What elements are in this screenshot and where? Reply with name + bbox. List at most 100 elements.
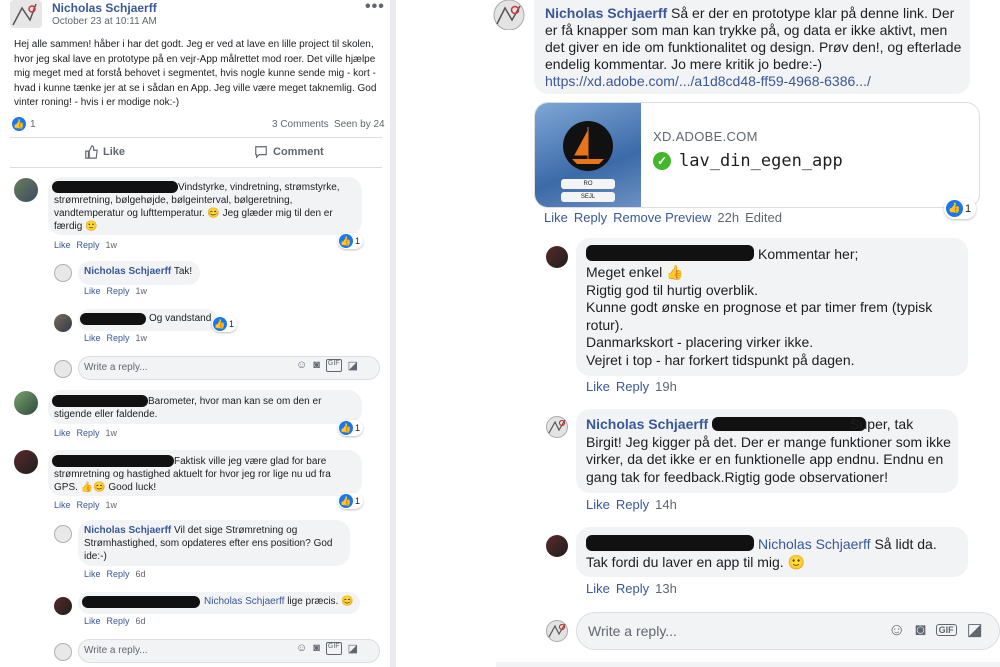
like-link[interactable]: Like (84, 333, 101, 343)
emoji-icon[interactable]: ☺ (888, 620, 905, 640)
like-link[interactable]: Like (586, 581, 610, 596)
like-link[interactable]: Like (54, 240, 71, 250)
reply-link[interactable]: Reply (616, 497, 649, 512)
like-thumb-icon: 👍 (339, 494, 353, 508)
comment-time[interactable]: 22h (717, 210, 739, 225)
mention-link[interactable]: Nicholas Schjaerff (758, 536, 871, 552)
post-reactions[interactable]: 👍 1 (12, 117, 36, 131)
post-date[interactable]: October 23 at 10:11 AM (52, 16, 157, 27)
commenter-avatar[interactable] (14, 178, 38, 202)
comment-text-head: Kommentar her; (758, 246, 859, 262)
commenter-avatar[interactable] (54, 597, 72, 615)
like-link[interactable]: Like (586, 379, 610, 394)
sticker-icon[interactable]: ◪ (967, 620, 983, 640)
like-link[interactable]: Like (544, 210, 568, 225)
edited-label[interactable]: Edited (745, 210, 782, 225)
author-avatar[interactable] (492, 0, 526, 30)
reply-link[interactable]: Reply (107, 286, 130, 296)
mention-link[interactable]: Nicholas Schjaerff (204, 596, 284, 607)
like-link[interactable]: Like (54, 500, 71, 510)
comment-time[interactable]: 1w (136, 333, 148, 343)
prototype-link[interactable]: https://xd.adobe.com/.../a1d8cd48-ff59-4… (545, 73, 871, 89)
commenter-avatar[interactable] (546, 535, 568, 557)
comment-time[interactable]: 19h (655, 379, 677, 394)
comment-author[interactable]: Nicholas Schjaerff (545, 5, 667, 21)
camera-icon[interactable]: ◙ (313, 359, 320, 372)
like-thumb-icon: 👍 (213, 317, 227, 331)
reaction-badge[interactable]: 👍 1 (338, 493, 364, 509)
reaction-badge[interactable]: 👍 1 (944, 198, 977, 219)
commenter-avatar[interactable] (14, 391, 38, 415)
commenter-avatar[interactable] (54, 314, 72, 332)
more-dots-icon[interactable]: ••• (365, 0, 385, 16)
reply-link[interactable]: Reply (77, 428, 100, 438)
post-seen-by[interactable]: Seen by 24 (334, 119, 385, 130)
comment-time[interactable]: 6d (136, 569, 146, 579)
reply-link[interactable]: Reply (574, 210, 607, 225)
link-preview-card[interactable]: RO SEJL XD.ADOBE.COM ✓ lav_din_egen_app (534, 102, 980, 208)
camera-icon[interactable]: ◙ (915, 620, 925, 640)
comment-label: Comment (273, 146, 324, 158)
reply-link[interactable]: Reply (77, 240, 100, 250)
like-thumb-icon: 👍 (946, 200, 963, 217)
sticker-icon[interactable]: ◪ (348, 359, 358, 372)
like-thumb-icon: 👍 (339, 234, 353, 248)
remove-preview-link[interactable]: Remove Preview (613, 210, 711, 225)
like-button[interactable]: Like (84, 145, 125, 159)
reply-link[interactable]: Reply (616, 379, 649, 394)
like-link[interactable]: Like (84, 569, 101, 579)
reaction-badge[interactable]: 👍 1 (338, 233, 364, 249)
post-comments-count[interactable]: 3 Comments (272, 119, 329, 130)
comment-time[interactable]: 6d (136, 616, 146, 626)
sticker-icon[interactable]: ◪ (348, 642, 358, 655)
like-link[interactable]: Like (84, 616, 101, 626)
emoji-icon[interactable]: ☺ (296, 359, 307, 372)
commenter-avatar[interactable] (546, 246, 568, 268)
comment-text: Barometer, hvor man kan se om den er sti… (54, 396, 322, 420)
comment-author[interactable]: Nicholas Schjaerff (84, 266, 171, 277)
gif-icon[interactable]: GIF (325, 642, 342, 655)
gif-icon[interactable]: GIF (325, 359, 342, 372)
check-icon: ✓ (653, 152, 671, 170)
reaction-badge[interactable]: 👍 1 (338, 420, 364, 436)
reply-link[interactable]: Reply (107, 569, 130, 579)
comment-text: Faktisk ville jeg være glad for bare str… (54, 456, 331, 493)
post-author[interactable]: Nicholas Schjaerff (52, 1, 157, 15)
reaction-badge[interactable]: 👍 1 (212, 316, 238, 332)
comment-time[interactable]: 14h (655, 497, 677, 512)
reply-link[interactable]: Reply (107, 333, 130, 343)
author-avatar[interactable] (54, 264, 72, 282)
comment-button[interactable]: Comment (254, 145, 324, 159)
reply-link[interactable]: Reply (616, 581, 649, 596)
my-avatar[interactable] (54, 360, 72, 378)
comment-time[interactable]: 1w (106, 240, 118, 250)
reply-link[interactable]: Reply (77, 500, 100, 510)
comment-time[interactable]: 13h (655, 581, 677, 596)
reaction-count: 1 (965, 202, 972, 215)
comment-author[interactable]: Nicholas Schjaerff (84, 525, 171, 536)
my-avatar[interactable] (54, 643, 72, 661)
commenter-avatar[interactable] (14, 450, 38, 474)
like-link[interactable]: Like (586, 497, 610, 512)
like-link[interactable]: Like (54, 428, 71, 438)
author-avatar[interactable] (546, 416, 568, 438)
comment-author[interactable]: Nicholas Schjaerff (586, 416, 708, 432)
redacted-name (82, 596, 200, 608)
gif-icon[interactable]: GIF (935, 624, 957, 636)
comment-actions: Like Reply 1w (54, 240, 123, 250)
comment-time[interactable]: 1w (106, 500, 118, 510)
author-avatar[interactable] (10, 0, 42, 28)
comment-time[interactable]: 1w (136, 286, 148, 296)
emoji-icon[interactable]: ☺ (296, 642, 307, 655)
my-avatar[interactable] (546, 620, 568, 642)
comment-text: Vindstyrke, vindretning, strømstyrke, st… (54, 182, 340, 232)
composer-icons: ☺ ◙ GIF ◪ (296, 642, 358, 655)
author-avatar[interactable] (54, 525, 72, 543)
reply-link[interactable]: Reply (107, 616, 130, 626)
camera-icon[interactable]: ◙ (313, 642, 320, 655)
thumb-button-sejl: SEJL (561, 192, 615, 202)
comment-time[interactable]: 1w (106, 428, 118, 438)
reaction-count: 1 (355, 236, 361, 246)
comment-text-block: Nicholas Schjaerff Så lidt da. Tak fordi… (586, 535, 962, 571)
like-link[interactable]: Like (84, 286, 101, 296)
